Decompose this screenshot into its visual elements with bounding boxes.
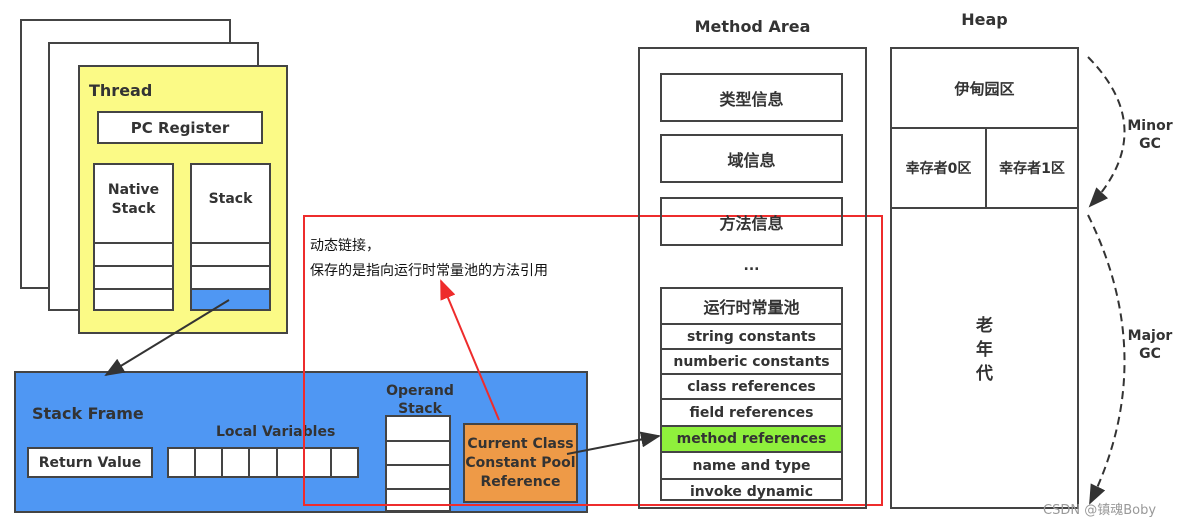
connectors — [104, 56, 1126, 505]
method-reference-arrow — [566, 431, 661, 455]
major-gc-arc — [1087, 214, 1126, 505]
dynamic-link-arrow — [440, 279, 500, 421]
jvm-diagram: Thread PC Register Native Stack Stack St… — [0, 0, 1189, 524]
frame-arrow — [104, 299, 230, 377]
minor-gc-arc — [1087, 56, 1126, 208]
